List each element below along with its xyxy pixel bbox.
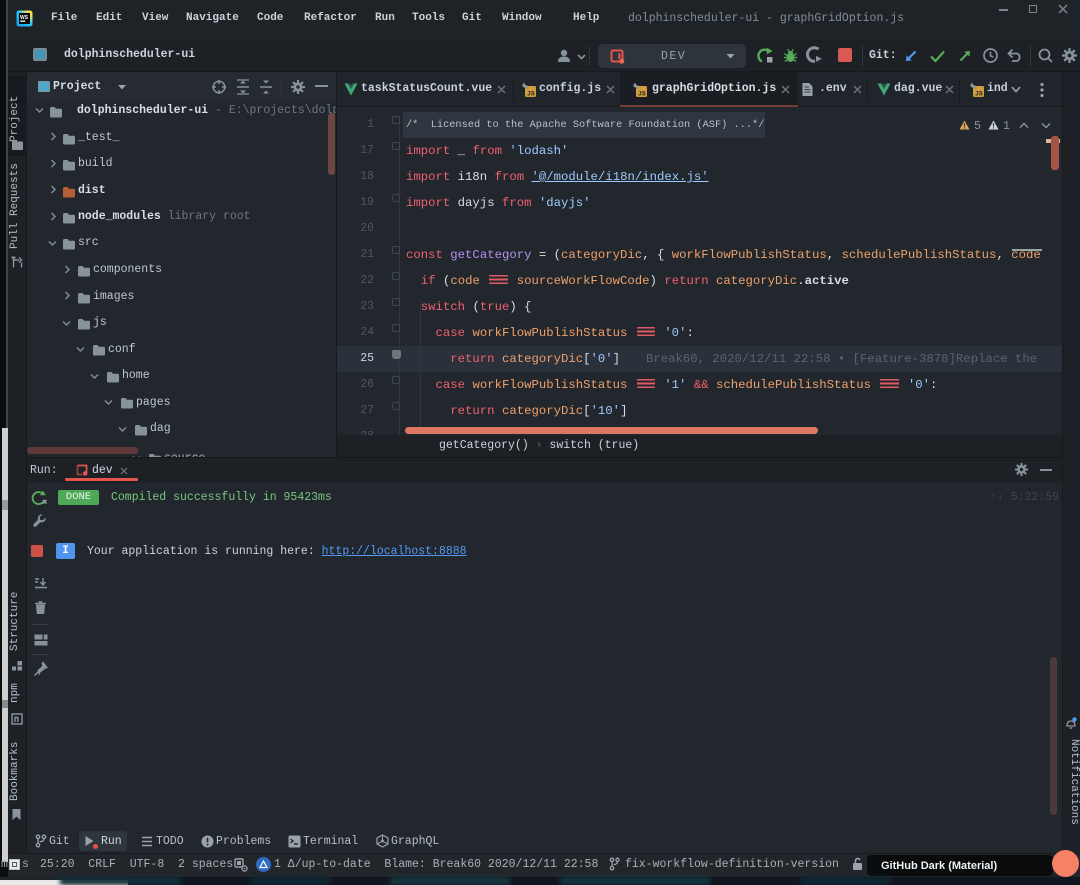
svg-text:JS: JS [527, 91, 535, 98]
svg-text:JS: JS [975, 91, 983, 98]
svg-text:JS: JS [638, 91, 646, 98]
svg-text:WS: WS [20, 15, 29, 21]
